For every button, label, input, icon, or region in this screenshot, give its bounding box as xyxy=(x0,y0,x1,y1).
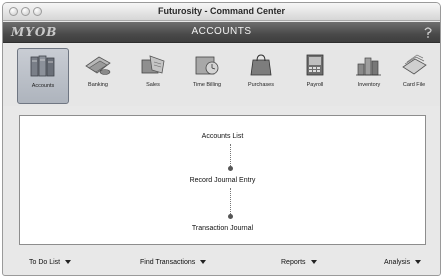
command-center-label: Card File xyxy=(402,82,426,88)
dropdown-arrow-icon xyxy=(65,260,72,265)
title-bar: Futurosity - Command Center xyxy=(3,3,440,21)
command-center-label: Purchases xyxy=(248,82,274,88)
command-center-accounts[interactable]: Accounts xyxy=(17,48,69,104)
dropdown-arrow-icon xyxy=(310,260,317,265)
reports-menu[interactable]: Reports xyxy=(281,259,317,266)
find-transactions-label: Find Transactions xyxy=(140,259,196,266)
section-title: ACCOUNTS xyxy=(191,26,252,37)
command-center-label: Sales xyxy=(146,82,160,88)
to-do-list-menu[interactable]: To Do List xyxy=(29,259,72,266)
command-center-label: Banking xyxy=(88,82,108,88)
analysis-menu[interactable]: Analysis xyxy=(384,259,422,266)
command-center-payroll[interactable]: Payroll xyxy=(289,48,341,104)
command-center-banking[interactable]: Banking xyxy=(72,48,124,104)
accounts-list-link[interactable]: Accounts List xyxy=(20,133,425,140)
accounts-flow-panel: Accounts List Record Journal Entry Trans… xyxy=(19,115,426,245)
card-file-icon xyxy=(402,54,427,75)
purchases-icon xyxy=(250,54,272,76)
command-center-selector: Accounts Banking Sales Time Billing Purc… xyxy=(3,44,440,106)
find-transactions-menu[interactable]: Find Transactions xyxy=(140,259,207,266)
record-journal-entry-link[interactable]: Record Journal Entry xyxy=(20,177,425,184)
command-center-purchases[interactable]: Purchases xyxy=(235,48,287,104)
command-center-label: Accounts xyxy=(31,83,55,89)
command-center-window: Futurosity - Command Center MYOB ACCOUNT… xyxy=(2,2,441,276)
analysis-label: Analysis xyxy=(384,259,411,266)
flow-node xyxy=(228,214,233,219)
help-icon[interactable] xyxy=(421,25,435,39)
to-do-list-label: To Do List xyxy=(29,259,61,266)
command-center-sales[interactable]: Sales xyxy=(127,48,179,104)
flow-node xyxy=(228,166,233,171)
banking-icon xyxy=(85,56,111,75)
window-title: Futurosity - Command Center xyxy=(157,6,285,16)
transaction-journal-link[interactable]: Transaction Journal xyxy=(20,225,425,232)
flow-connector xyxy=(230,188,231,214)
command-center-banner: MYOB ACCOUNTS xyxy=(3,22,440,43)
inventory-icon xyxy=(356,57,381,76)
payroll-icon xyxy=(306,54,324,76)
dropdown-arrow-icon xyxy=(415,260,422,265)
command-center-label: Inventory xyxy=(357,82,381,88)
bottom-menu-bar: To Do List Find Transactions Reports Ana… xyxy=(3,255,440,273)
time-billing-icon xyxy=(195,56,219,75)
command-center-label: Payroll xyxy=(306,82,324,88)
sales-icon xyxy=(141,55,165,74)
accounts-icon xyxy=(30,55,55,77)
command-center-label: Time Billing xyxy=(192,82,222,88)
reports-label: Reports xyxy=(281,259,306,266)
dropdown-arrow-icon xyxy=(200,260,207,265)
flow-connector xyxy=(230,144,231,166)
command-center-card-file[interactable]: Card File xyxy=(388,48,440,104)
command-center-time-billing[interactable]: Time Billing xyxy=(181,48,233,104)
